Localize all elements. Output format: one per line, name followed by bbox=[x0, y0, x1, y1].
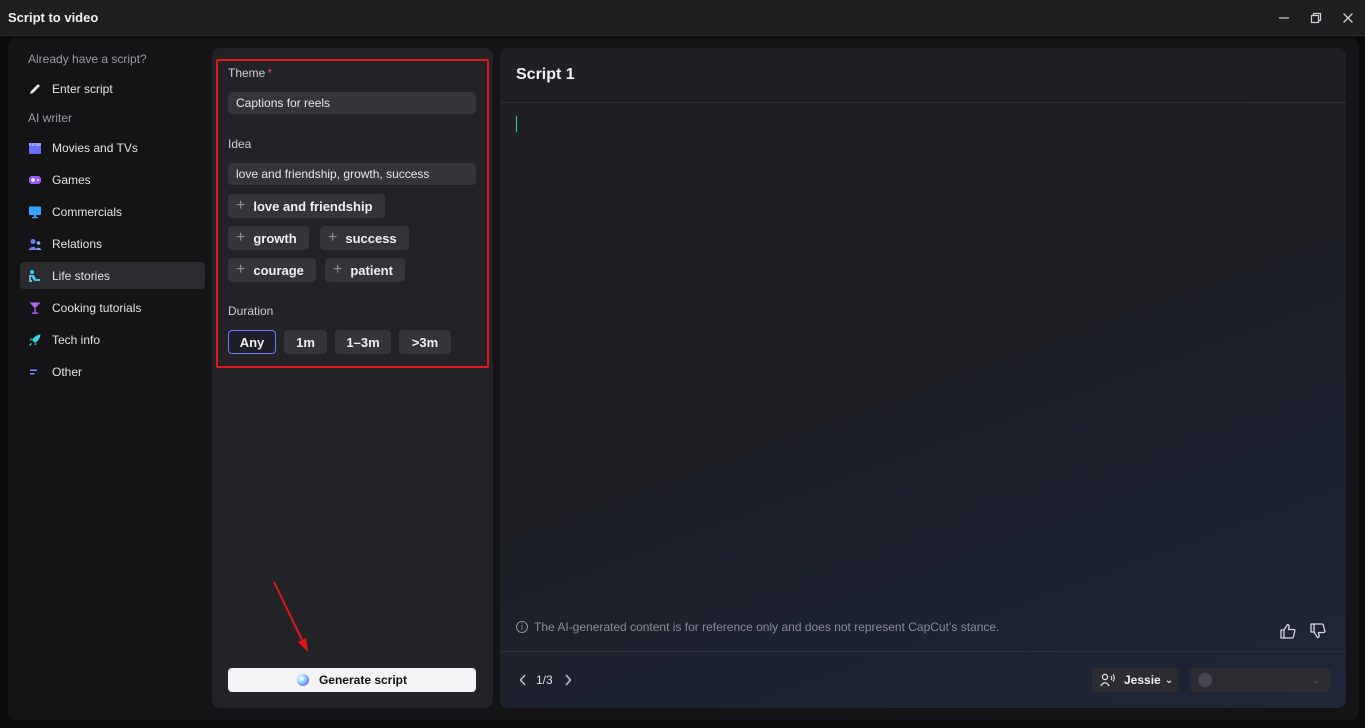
sidebar-item-other[interactable]: Other bbox=[20, 358, 205, 385]
generate-video-button-disabled[interactable]: ⌄ bbox=[1190, 668, 1330, 692]
close-icon[interactable] bbox=[1335, 6, 1361, 30]
voice-name: Jessie bbox=[1124, 673, 1161, 687]
section-ai-writer: AI writer bbox=[28, 111, 73, 125]
idea-chip-courage[interactable]: + courage bbox=[228, 258, 316, 282]
lines-icon bbox=[28, 365, 42, 379]
duration-label: Duration bbox=[228, 304, 274, 318]
annotation-arrow bbox=[273, 581, 308, 652]
cocktail-icon bbox=[28, 301, 42, 315]
sidebar-item-commercials[interactable]: Commercials bbox=[20, 198, 205, 225]
voice-person-icon bbox=[1100, 673, 1115, 687]
theme-label: Theme * bbox=[228, 66, 273, 80]
sidebar-item-label: Movies and TVs bbox=[52, 140, 138, 155]
thumbs-down-icon[interactable] bbox=[1309, 622, 1327, 640]
sidebar-item-label: Other bbox=[52, 364, 83, 379]
pencil-icon bbox=[28, 82, 42, 96]
sidebar: Already have a script? Enter script AI w… bbox=[20, 46, 205, 390]
sidebar-item-label: Commercials bbox=[52, 204, 123, 219]
duration-any[interactable]: Any bbox=[228, 330, 276, 354]
idea-chip-success[interactable]: + success bbox=[320, 226, 409, 250]
script-settings-panel: Theme * Captions for reels Idea love and … bbox=[212, 48, 493, 708]
restore-icon[interactable] bbox=[1303, 6, 1329, 30]
script-title: Script 1 bbox=[516, 66, 575, 83]
sidebar-item-games[interactable]: Games bbox=[20, 166, 205, 193]
sidebar-item-relations[interactable]: Relations bbox=[20, 230, 205, 257]
duration-1m[interactable]: 1m bbox=[284, 330, 327, 354]
sidebar-item-label: Cooking tutorials bbox=[52, 300, 142, 315]
monitor-icon bbox=[28, 205, 42, 219]
script-pager: 1/3 bbox=[516, 672, 575, 688]
sidebar-item-label: Games bbox=[52, 172, 91, 187]
idea-label: Idea bbox=[228, 137, 252, 151]
script-editor-panel: Script 1 i The AI-generated content is f… bbox=[500, 48, 1346, 708]
thumbs-up-icon[interactable] bbox=[1279, 622, 1297, 640]
sidebar-item-label: Tech info bbox=[52, 332, 101, 347]
ai-disclaimer: i The AI-generated content is for refere… bbox=[516, 620, 999, 634]
loading-icon bbox=[1198, 673, 1212, 687]
plus-icon: + bbox=[236, 261, 246, 278]
plus-icon: + bbox=[333, 261, 343, 278]
plus-icon: + bbox=[236, 197, 246, 214]
minimize-icon[interactable] bbox=[1271, 6, 1297, 30]
gamepad-icon bbox=[28, 173, 42, 187]
enter-script-item[interactable]: Enter script bbox=[20, 75, 205, 102]
chevron-right-icon[interactable] bbox=[561, 672, 575, 688]
page-indicator: 1/3 bbox=[536, 673, 553, 687]
text-cursor[interactable] bbox=[516, 116, 517, 132]
idea-chip-love-and-friendship[interactable]: + love and friendship bbox=[228, 194, 385, 218]
divider bbox=[500, 102, 1346, 103]
section-existing-script: Already have a script? bbox=[28, 52, 147, 66]
ai-orb-icon bbox=[296, 674, 309, 686]
sidebar-item-movies[interactable]: Movies and TVs bbox=[20, 134, 205, 161]
sidebar-item-cooking[interactable]: Cooking tutorials bbox=[20, 294, 205, 321]
users-icon bbox=[28, 237, 42, 251]
generate-script-button[interactable]: Generate script bbox=[228, 668, 476, 692]
voice-selector[interactable]: Jessie ⌄ bbox=[1092, 668, 1178, 692]
person-seat-icon bbox=[28, 269, 42, 283]
window-title: Script to video bbox=[8, 10, 99, 25]
title-bar: Script to video bbox=[0, 0, 1365, 36]
duration-over-3m[interactable]: >3m bbox=[399, 330, 451, 354]
plus-icon: + bbox=[328, 229, 338, 246]
plus-icon: + bbox=[236, 229, 246, 246]
chevron-down-icon: ⌄ bbox=[1164, 674, 1174, 686]
divider bbox=[500, 651, 1346, 652]
chevron-down-icon: ⌄ bbox=[1311, 674, 1320, 686]
sidebar-item-tech-info[interactable]: Tech info bbox=[20, 326, 205, 353]
sidebar-item-label: Life stories bbox=[52, 268, 111, 283]
idea-input[interactable]: love and friendship, growth, success bbox=[228, 163, 476, 185]
dialog-body: Already have a script? Enter script AI w… bbox=[8, 38, 1359, 720]
sidebar-item-life-stories[interactable]: Life stories bbox=[20, 262, 205, 289]
rocket-icon bbox=[28, 333, 42, 347]
idea-chip-patient[interactable]: + patient bbox=[325, 258, 405, 282]
duration-1-3m[interactable]: 1–3m bbox=[335, 330, 391, 354]
sidebar-item-label: Relations bbox=[52, 236, 103, 251]
theme-input[interactable]: Captions for reels bbox=[228, 92, 476, 114]
info-icon: i bbox=[516, 621, 528, 633]
idea-chip-growth[interactable]: + growth bbox=[228, 226, 309, 250]
enter-script-label: Enter script bbox=[52, 81, 113, 96]
clapperboard-icon bbox=[28, 141, 42, 155]
chevron-left-icon[interactable] bbox=[516, 672, 530, 688]
